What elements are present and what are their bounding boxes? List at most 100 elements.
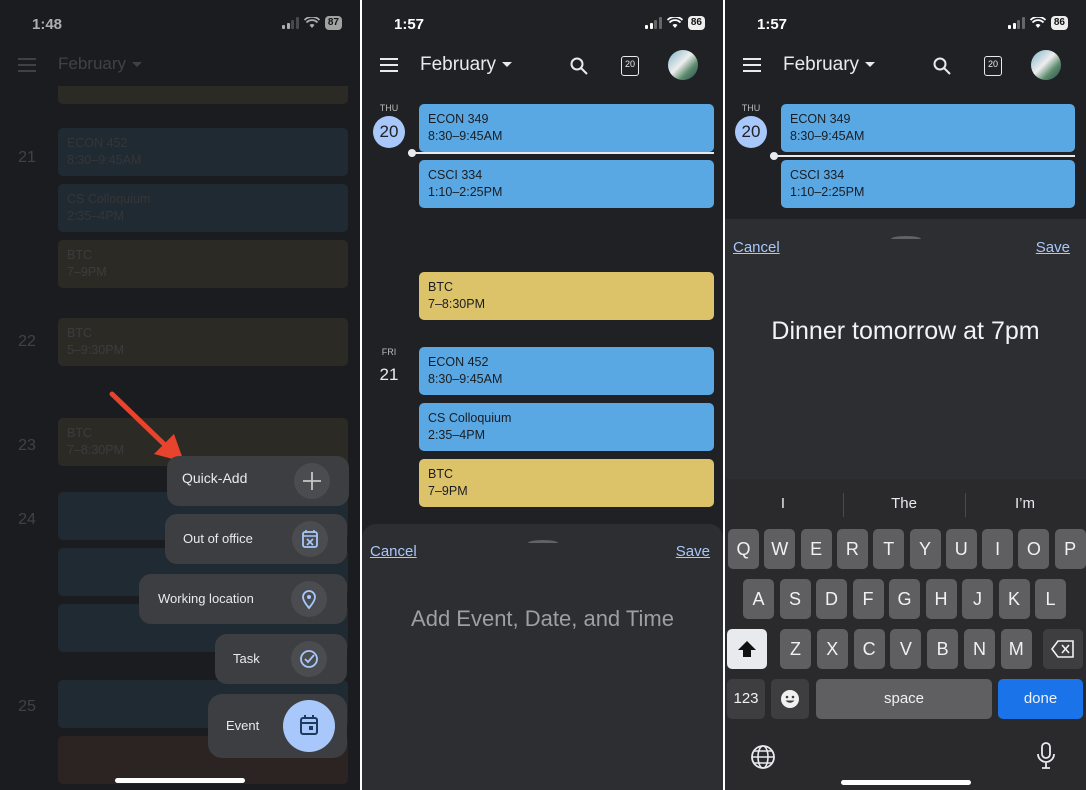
space-key[interactable]: space: [816, 679, 992, 719]
battery-indicator: 86: [687, 16, 705, 30]
key-c[interactable]: C: [853, 629, 885, 669]
app-bar: February 20: [725, 46, 1086, 86]
key-x[interactable]: X: [816, 629, 848, 669]
event-card[interactable]: ECON 452 8:30–9:45AM: [419, 347, 714, 395]
key-w[interactable]: W: [764, 529, 796, 569]
emoji-key[interactable]: [771, 679, 809, 719]
home-indicator: [115, 778, 245, 783]
current-time-indicator: [408, 152, 714, 154]
event-card[interactable]: BTC 7–8:30PM: [419, 272, 714, 320]
suggestion[interactable]: I: [725, 495, 843, 512]
key-e[interactable]: E: [800, 529, 832, 569]
status-bar: 1:57 86: [725, 0, 1086, 46]
check-circle-icon: [291, 641, 327, 677]
microphone-icon[interactable]: [1035, 741, 1057, 771]
key-g[interactable]: G: [889, 579, 920, 619]
today-calendar-icon[interactable]: 20: [621, 56, 639, 76]
status-time: 1:57: [394, 16, 425, 33]
day-name: FRI: [381, 347, 397, 357]
app-bar: February 20: [362, 46, 723, 86]
location-pin-icon: [291, 581, 327, 617]
search-icon[interactable]: [932, 56, 952, 76]
event-card[interactable]: CSCI 334 1:10–2:25PM: [781, 160, 1075, 208]
event-card[interactable]: CSCI 334 1:10–2:25PM: [419, 160, 714, 208]
globe-icon[interactable]: [750, 744, 776, 770]
quick-add-item[interactable]: Quick-Add: [167, 456, 349, 506]
month-selector[interactable]: February: [783, 54, 876, 76]
key-l[interactable]: L: [1035, 579, 1066, 619]
key-d[interactable]: D: [816, 579, 847, 619]
day-name: THU: [379, 103, 399, 113]
avatar[interactable]: [1031, 50, 1061, 80]
key-s[interactable]: S: [779, 579, 811, 619]
numbers-key[interactable]: 123: [727, 679, 765, 719]
status-time: 1:57: [757, 16, 788, 33]
day-name: THU: [741, 103, 761, 113]
backspace-icon: [1051, 640, 1074, 658]
key-q[interactable]: Q: [728, 529, 759, 569]
plus-icon: [294, 463, 330, 499]
key-p[interactable]: P: [1054, 529, 1086, 569]
shift-key[interactable]: [727, 629, 767, 669]
working-location-item[interactable]: Working location: [139, 574, 347, 624]
backspace-key[interactable]: [1043, 629, 1083, 669]
suggestion[interactable]: I’m: [965, 495, 1085, 512]
key-r[interactable]: R: [836, 529, 868, 569]
event-input[interactable]: Dinner tomorrow at 7pm: [725, 317, 1086, 346]
key-m[interactable]: M: [1000, 629, 1032, 669]
avatar[interactable]: [668, 50, 698, 80]
current-time-dot: [770, 152, 778, 160]
home-indicator: [840, 780, 971, 785]
signal-icon: [1008, 17, 1025, 29]
sheet-handle[interactable]: [527, 540, 558, 546]
key-i[interactable]: I: [982, 529, 1014, 569]
menu-icon[interactable]: [380, 58, 398, 72]
month-selector[interactable]: February: [420, 54, 513, 76]
save-button[interactable]: Save: [676, 543, 710, 560]
event-item[interactable]: Event: [208, 694, 347, 758]
search-icon[interactable]: [569, 56, 589, 76]
key-h[interactable]: H: [925, 579, 957, 619]
event-card[interactable]: ECON 349 8:30–9:45AM: [419, 104, 714, 152]
event-card[interactable]: ECON 349 8:30–9:45AM: [781, 104, 1075, 152]
wifi-icon: [1029, 17, 1046, 28]
key-a[interactable]: A: [743, 579, 774, 619]
event-card[interactable]: BTC 7–9PM: [419, 459, 714, 507]
key-o[interactable]: O: [1018, 529, 1050, 569]
event-card[interactable]: CS Colloquium 2:35–4PM: [419, 403, 714, 451]
key-y[interactable]: Y: [909, 529, 941, 569]
suggestion[interactable]: The: [844, 495, 964, 512]
chevron-down-icon: [502, 62, 513, 68]
current-time-dot: [408, 149, 416, 157]
emoji-icon: [781, 690, 799, 708]
today-calendar-icon[interactable]: 20: [984, 56, 1002, 76]
calendar-icon: [283, 700, 335, 752]
key-t[interactable]: T: [873, 529, 905, 569]
done-key[interactable]: done: [998, 679, 1083, 719]
task-item[interactable]: Task: [215, 634, 347, 684]
panel-add-event-sheet: 1:57 86 February 20 THU 20 FRI 21 ECON 3…: [362, 0, 723, 790]
key-v[interactable]: V: [890, 629, 922, 669]
event-input[interactable]: Add Event, Date, and Time: [362, 606, 723, 632]
day-number-today[interactable]: 20: [735, 116, 767, 148]
save-button[interactable]: Save: [1036, 239, 1070, 256]
key-u[interactable]: U: [945, 529, 977, 569]
day-number-today[interactable]: 20: [373, 116, 405, 148]
day-number[interactable]: 21: [373, 359, 405, 391]
out-of-office-item[interactable]: Out of office: [165, 514, 347, 564]
key-n[interactable]: N: [964, 629, 995, 669]
cancel-button[interactable]: Cancel: [370, 543, 417, 560]
signal-icon: [645, 17, 662, 29]
panel-quick-add-menu: 1:48 87 February 21 22 23 24 25 ECON 452…: [0, 0, 360, 790]
sheet-handle[interactable]: [890, 236, 921, 242]
key-k[interactable]: K: [998, 579, 1030, 619]
wifi-icon: [666, 17, 683, 28]
key-z[interactable]: Z: [780, 629, 811, 669]
key-j[interactable]: J: [962, 579, 993, 619]
key-b[interactable]: B: [927, 629, 959, 669]
shift-arrow-icon: [738, 641, 756, 657]
key-f[interactable]: F: [852, 579, 884, 619]
chevron-down-icon: [865, 62, 876, 68]
menu-icon[interactable]: [743, 58, 761, 72]
cancel-button[interactable]: Cancel: [733, 239, 780, 256]
